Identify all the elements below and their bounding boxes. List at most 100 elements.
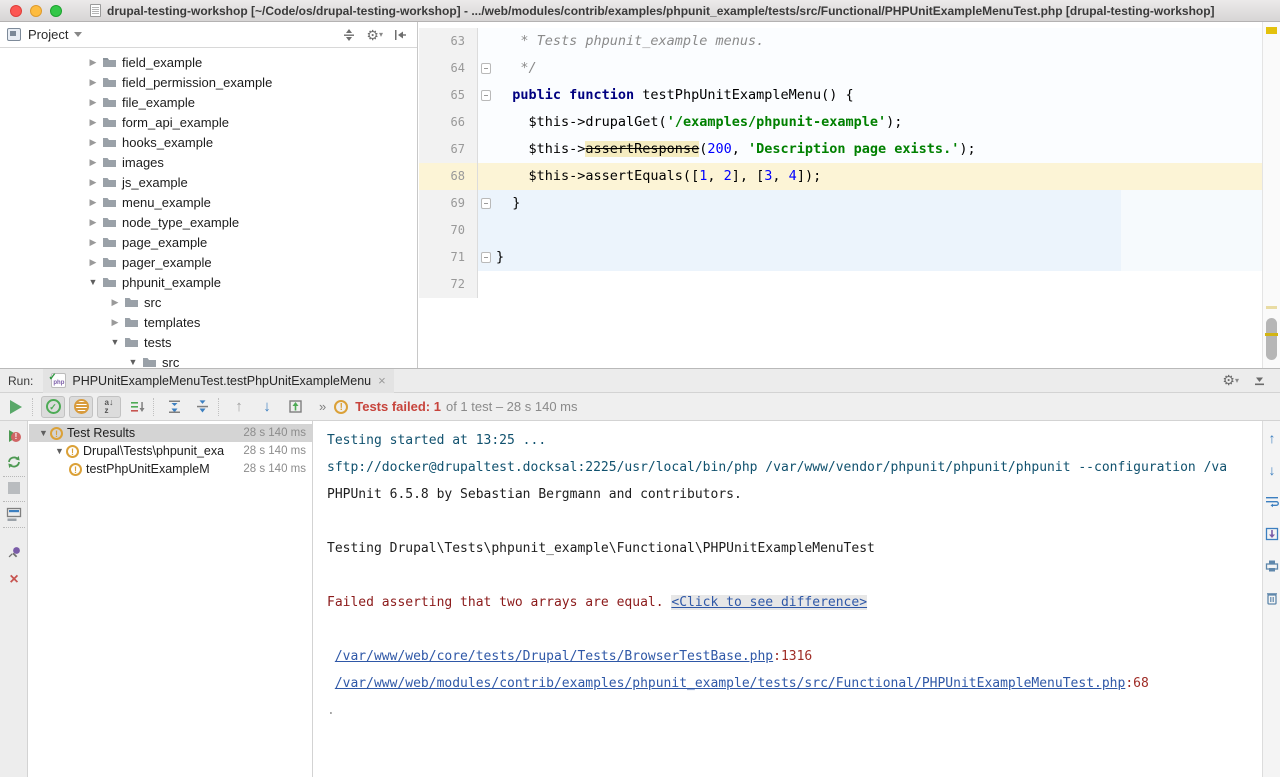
folder-icon xyxy=(102,176,117,188)
test-duration: 28 s 140 ms xyxy=(239,424,306,442)
previous-failed-test-button[interactable]: ↑ xyxy=(227,396,251,418)
hide-tool-window-icon[interactable] xyxy=(1253,374,1266,387)
tree-item-images[interactable]: ▶images xyxy=(0,152,417,172)
code-text: ]); xyxy=(797,168,821,184)
tree-item-node-type-example[interactable]: ▶node_type_example xyxy=(0,212,417,232)
sort-by-duration-toggle[interactable] xyxy=(125,396,149,418)
tree-item-field-permission-example[interactable]: ▶field_permission_example xyxy=(0,72,417,92)
test-results-root-row[interactable]: ▼ ! Test Results 28 s 140 ms xyxy=(29,424,312,442)
test-duration: 28 s 140 ms xyxy=(239,460,306,478)
tree-item-label: src xyxy=(162,355,179,369)
run-configuration-tab[interactable]: php✓ PHPUnitExampleMenuTest.testPhpUnitE… xyxy=(43,369,393,393)
clear-all-icon[interactable] xyxy=(1263,589,1280,607)
tree-item-page-example[interactable]: ▶ page_example xyxy=(0,232,417,252)
test-method-row[interactable]: ! testPhpUnitExampleM 28 s 140 ms xyxy=(29,460,312,478)
gear-icon[interactable]: ⚙▾ xyxy=(366,28,383,42)
chevron-down-icon[interactable]: ▼ xyxy=(108,337,122,347)
warning-mark[interactable] xyxy=(1265,333,1278,336)
sort-alphabetically-toggle[interactable]: a↓z xyxy=(97,396,121,418)
toggle-auto-test-icon[interactable] xyxy=(5,453,23,471)
up-stack-trace-icon[interactable]: ↑ xyxy=(1263,429,1280,447)
stacktrace-file-link[interactable]: /var/www/web/modules/contrib/examples/ph… xyxy=(335,676,1126,691)
restore-layout-icon[interactable] xyxy=(5,505,23,523)
tree-item-tests-src[interactable]: ▼ src xyxy=(0,352,417,368)
fold-marker-icon[interactable] xyxy=(481,198,491,209)
chevron-down-icon[interactable]: ▼ xyxy=(86,277,100,287)
close-tab-icon[interactable]: × xyxy=(378,373,386,388)
close-icon[interactable]: × xyxy=(5,571,23,589)
next-failed-test-button[interactable]: ↓ xyxy=(255,396,279,418)
chevron-right-icon[interactable]: ▶ xyxy=(86,177,100,188)
chevron-down-icon[interactable]: ▼ xyxy=(53,446,66,456)
scroll-to-end-icon[interactable] xyxy=(1263,525,1280,543)
chevron-right-icon[interactable]: ▶ xyxy=(108,297,122,308)
rerun-failed-tests-icon[interactable]: ! xyxy=(5,427,23,445)
import-test-results-button[interactable] xyxy=(283,396,307,418)
stop-icon[interactable] xyxy=(5,479,23,497)
tree-item-js-example[interactable]: ▶js_example xyxy=(0,172,417,192)
expand-all-button[interactable] xyxy=(162,396,186,418)
tree-item-file-example[interactable]: ▶file_example xyxy=(0,92,417,112)
chevron-right-icon[interactable]: ▶ xyxy=(108,317,122,328)
tree-item-tests[interactable]: ▼tests xyxy=(0,332,417,352)
test-console-output[interactable]: Testing started at 13:25 ... sftp://dock… xyxy=(314,421,1262,777)
chevron-down-icon[interactable]: ▼ xyxy=(37,428,50,438)
see-difference-link[interactable]: <Click to see difference> xyxy=(671,595,867,610)
show-passed-toggle[interactable]: ✓ xyxy=(41,396,65,418)
warning-mark[interactable] xyxy=(1266,306,1277,309)
tree-item-hooks-example[interactable]: ▶ hooks_example xyxy=(0,132,417,152)
scroll-from-source-icon[interactable] xyxy=(342,28,356,42)
close-window-button[interactable] xyxy=(10,5,22,17)
tree-item-src[interactable]: ▶src xyxy=(0,292,417,312)
gear-icon[interactable]: ⚙▾ xyxy=(1222,372,1239,389)
tree-item-label: hooks_example xyxy=(122,135,213,150)
chevron-down-icon[interactable] xyxy=(74,32,82,37)
zoom-window-button[interactable] xyxy=(50,5,62,17)
tree-item-label: page_example xyxy=(122,235,207,250)
folder-icon xyxy=(102,76,117,88)
chevron-down-icon[interactable]: ▼ xyxy=(126,357,140,367)
rerun-button[interactable] xyxy=(4,396,28,418)
chevron-right-icon[interactable]: ▶ xyxy=(86,157,100,168)
tree-item-pager-example[interactable]: ▶pager_example xyxy=(0,252,417,272)
show-ignored-toggle[interactable] xyxy=(69,396,93,418)
hide-panel-icon[interactable] xyxy=(393,28,407,42)
tree-item-form-api-example[interactable]: ▶form_api_example xyxy=(0,112,417,132)
tree-item-field-example[interactable]: ▶field_example xyxy=(0,52,417,72)
chevron-right-icon[interactable]: ▶ xyxy=(86,137,100,148)
console-command-line: sftp://docker@drupaltest.docksal:2225/us… xyxy=(314,454,1262,481)
code-number: 4 xyxy=(789,168,797,184)
editor-error-stripe[interactable] xyxy=(1262,22,1280,368)
code-string: '/examples/phpunit-example' xyxy=(667,114,886,130)
line-number: 72 xyxy=(419,271,478,298)
chevron-right-icon[interactable]: ▶ xyxy=(86,257,100,268)
test-class-row[interactable]: ▼ ! Drupal\Tests\phpunit_exa 28 s 140 ms xyxy=(29,442,312,460)
code-editor[interactable]: 63 * Tests phpunit_example menus. 64 */ … xyxy=(419,22,1280,368)
minimize-window-button[interactable] xyxy=(30,5,42,17)
collapse-all-button[interactable] xyxy=(190,396,214,418)
code-text: , xyxy=(772,168,788,184)
fold-marker-icon[interactable] xyxy=(481,90,491,101)
fold-marker-icon[interactable] xyxy=(481,63,491,74)
chevron-right-icon[interactable]: ▶ xyxy=(86,237,100,248)
tree-item-phpunit-example[interactable]: ▼phpunit_example xyxy=(0,272,417,292)
run-window-label: Run: xyxy=(8,374,33,388)
chevron-right-icon[interactable]: ▶ xyxy=(86,57,100,68)
project-view-title[interactable]: Project xyxy=(28,27,68,42)
chevron-right-icon[interactable]: ▶ xyxy=(86,217,100,228)
down-stack-trace-icon[interactable]: ↓ xyxy=(1263,461,1280,479)
stacktrace-file-link[interactable]: /var/www/web/core/tests/Drupal/Tests/Bro… xyxy=(335,649,773,664)
tree-item-templates[interactable]: ▶templates xyxy=(0,312,417,332)
pin-tab-icon[interactable] xyxy=(5,543,23,561)
chevron-right-icon[interactable]: ▶ xyxy=(86,197,100,208)
chevron-right-icon[interactable]: ▶ xyxy=(86,117,100,128)
chevron-right-icon[interactable]: ▶ xyxy=(86,77,100,88)
warnings-indicator[interactable] xyxy=(1266,27,1277,34)
tree-item-menu-example[interactable]: ▶menu_example xyxy=(0,192,417,212)
soft-wrap-icon[interactable] xyxy=(1263,493,1280,511)
more-actions-chevrons[interactable]: » xyxy=(319,399,326,414)
editor-scrollbar-thumb[interactable] xyxy=(1266,318,1277,360)
fold-marker-icon[interactable] xyxy=(481,252,491,263)
chevron-right-icon[interactable]: ▶ xyxy=(86,97,100,108)
print-icon[interactable] xyxy=(1263,557,1280,575)
